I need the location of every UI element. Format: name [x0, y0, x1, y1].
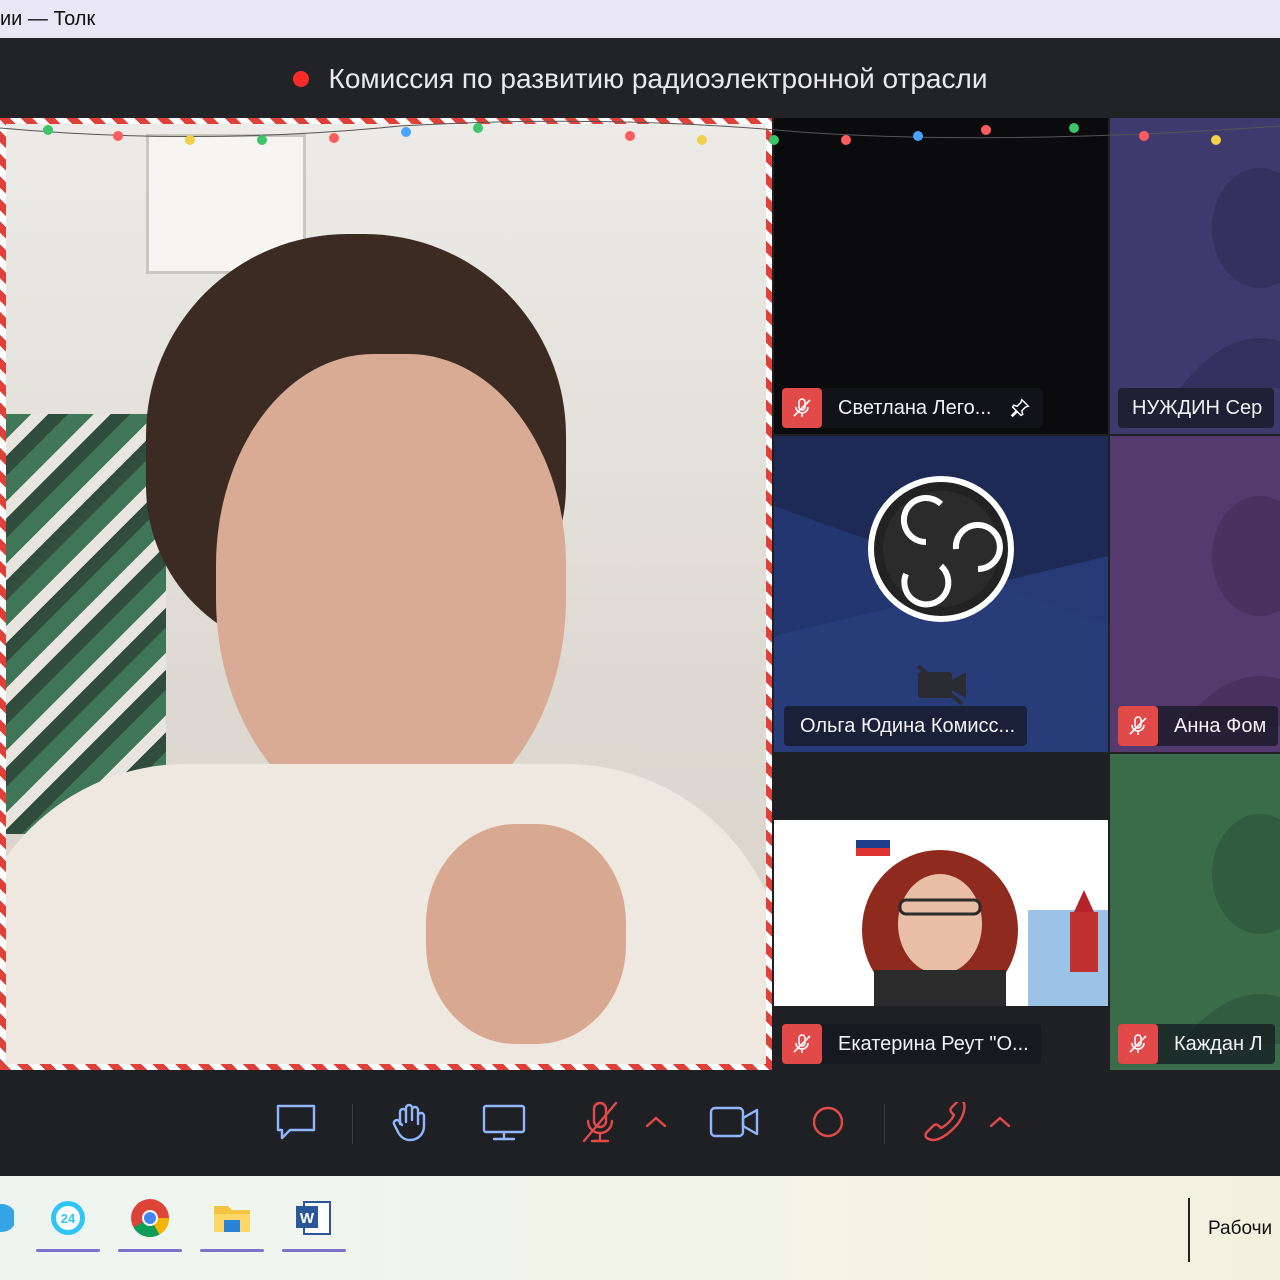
- participant-name: Светлана Лего...: [838, 396, 992, 419]
- participant-tile[interactable]: Екатерина Реут "О...: [774, 754, 1108, 1070]
- controls-separator: [352, 1104, 353, 1144]
- video-stage: Светлана Лего... НУЖДИН Сер Ольга Юдина …: [0, 118, 1280, 1070]
- microphone-off-icon: [582, 1101, 618, 1143]
- microphone-off-icon: [1118, 1024, 1158, 1064]
- shared-video-frame: [774, 820, 1108, 1010]
- microphone-off-icon: [782, 388, 822, 428]
- controls-separator: [884, 1104, 885, 1144]
- active-app-indicator: [282, 1249, 346, 1252]
- recording-indicator-icon: [292, 71, 309, 87]
- microphone-off-icon: [1118, 706, 1158, 746]
- window-titlebar: ии — Толк: [0, 0, 1280, 38]
- participant-name-label: Анна Фом: [1118, 706, 1279, 746]
- participant-name: Ольга Юдина Комисс...: [800, 714, 1016, 737]
- camera-off-icon: [916, 664, 966, 706]
- word-icon: W: [296, 1201, 331, 1235]
- active-app-indicator: [118, 1249, 182, 1252]
- camera-toggle-button[interactable]: [706, 1094, 762, 1150]
- record-icon: [812, 1106, 844, 1138]
- svg-text:W: W: [300, 1210, 315, 1227]
- screen-share-icon: [482, 1104, 526, 1141]
- speaker-body: [6, 764, 766, 1064]
- call-controls-bar: [0, 1070, 1280, 1176]
- camera-icon: [709, 1106, 759, 1138]
- participant-name-label: Светлана Лего...: [782, 388, 1044, 428]
- taskbar-app-partial[interactable]: [0, 1190, 28, 1246]
- chat-button[interactable]: [268, 1094, 324, 1150]
- participant-tile[interactable]: Анна Фом: [1110, 436, 1280, 752]
- participant-name: Анна Фом: [1174, 714, 1267, 737]
- taskbar-app-bitrix24[interactable]: 24: [34, 1190, 102, 1252]
- participant-name-label: НУЖДИН Сер: [1118, 388, 1275, 428]
- participant-name-label: Каждан Л: [1118, 1024, 1275, 1064]
- window-title: ии — Толк: [0, 8, 96, 30]
- screen-share-button[interactable]: [476, 1094, 532, 1150]
- participant-tile[interactable]: Каждан Л: [1110, 754, 1280, 1070]
- chrome-icon: [131, 1199, 170, 1238]
- record-button[interactable]: [800, 1094, 856, 1150]
- file-explorer-icon: [214, 1206, 250, 1232]
- hang-up-options-button[interactable]: [972, 1094, 1028, 1150]
- microphone-toggle-button[interactable]: [572, 1094, 628, 1150]
- raise-hand-icon: [392, 1103, 426, 1142]
- participant-name-label: Ольга Юдина Комисс...: [784, 706, 1028, 746]
- raise-hand-button[interactable]: [382, 1094, 438, 1150]
- taskbar-app-word[interactable]: W: [280, 1190, 348, 1252]
- active-app-indicator: [200, 1249, 264, 1252]
- participant-tile[interactable]: Светлана Лего...: [774, 118, 1108, 434]
- hang-up-button[interactable]: [916, 1094, 972, 1150]
- active-app-indicator: [36, 1249, 100, 1252]
- participant-name-label: Екатерина Реут "О...: [782, 1024, 1041, 1064]
- participant-name: НУЖДИН Сер: [1132, 396, 1263, 419]
- taskbar-app-chrome[interactable]: [116, 1190, 184, 1252]
- speaker-hand: [426, 824, 626, 1044]
- participant-tile[interactable]: Ольга Юдина Комисс...: [774, 436, 1108, 752]
- windows-taskbar: 24 W Рабочи: [0, 1176, 1280, 1280]
- pin-icon[interactable]: [1009, 397, 1031, 419]
- taskbar-separator: [1188, 1198, 1190, 1262]
- participant-video-image: [856, 840, 1108, 1010]
- active-speaker-tile[interactable]: [0, 118, 772, 1070]
- chevron-up-icon: [645, 1116, 667, 1128]
- chevron-up-icon: [989, 1116, 1011, 1128]
- chat-icon: [276, 1104, 316, 1140]
- bitrix24-icon: 24: [51, 1201, 85, 1235]
- speaker-face: [216, 354, 566, 824]
- meeting-title: Комиссия по развитию радиоэлектронной от…: [328, 63, 988, 94]
- participant-tile[interactable]: НУЖДИН Сер: [1110, 118, 1280, 434]
- hang-up-icon: [924, 1102, 966, 1142]
- taskbar-app-file-explorer[interactable]: [198, 1190, 266, 1252]
- participant-name: Екатерина Реут "О...: [838, 1032, 1029, 1055]
- avatar-silhouette-icon: [1180, 814, 1280, 1044]
- microphone-off-icon: [782, 1024, 822, 1064]
- participant-name: Каждан Л: [1174, 1032, 1263, 1055]
- svg-text:24: 24: [61, 1211, 76, 1226]
- obs-logo-icon: [868, 476, 1014, 622]
- desktop-toolbar-label[interactable]: Рабочи: [1208, 1218, 1272, 1240]
- app-icon: [0, 1204, 14, 1232]
- meeting-header: Комиссия по развитию радиоэлектронной от…: [0, 38, 1280, 120]
- avatar-silhouette-icon: [1180, 496, 1280, 726]
- avatar-silhouette-icon: [1180, 168, 1280, 388]
- microphone-options-button[interactable]: [628, 1094, 684, 1150]
